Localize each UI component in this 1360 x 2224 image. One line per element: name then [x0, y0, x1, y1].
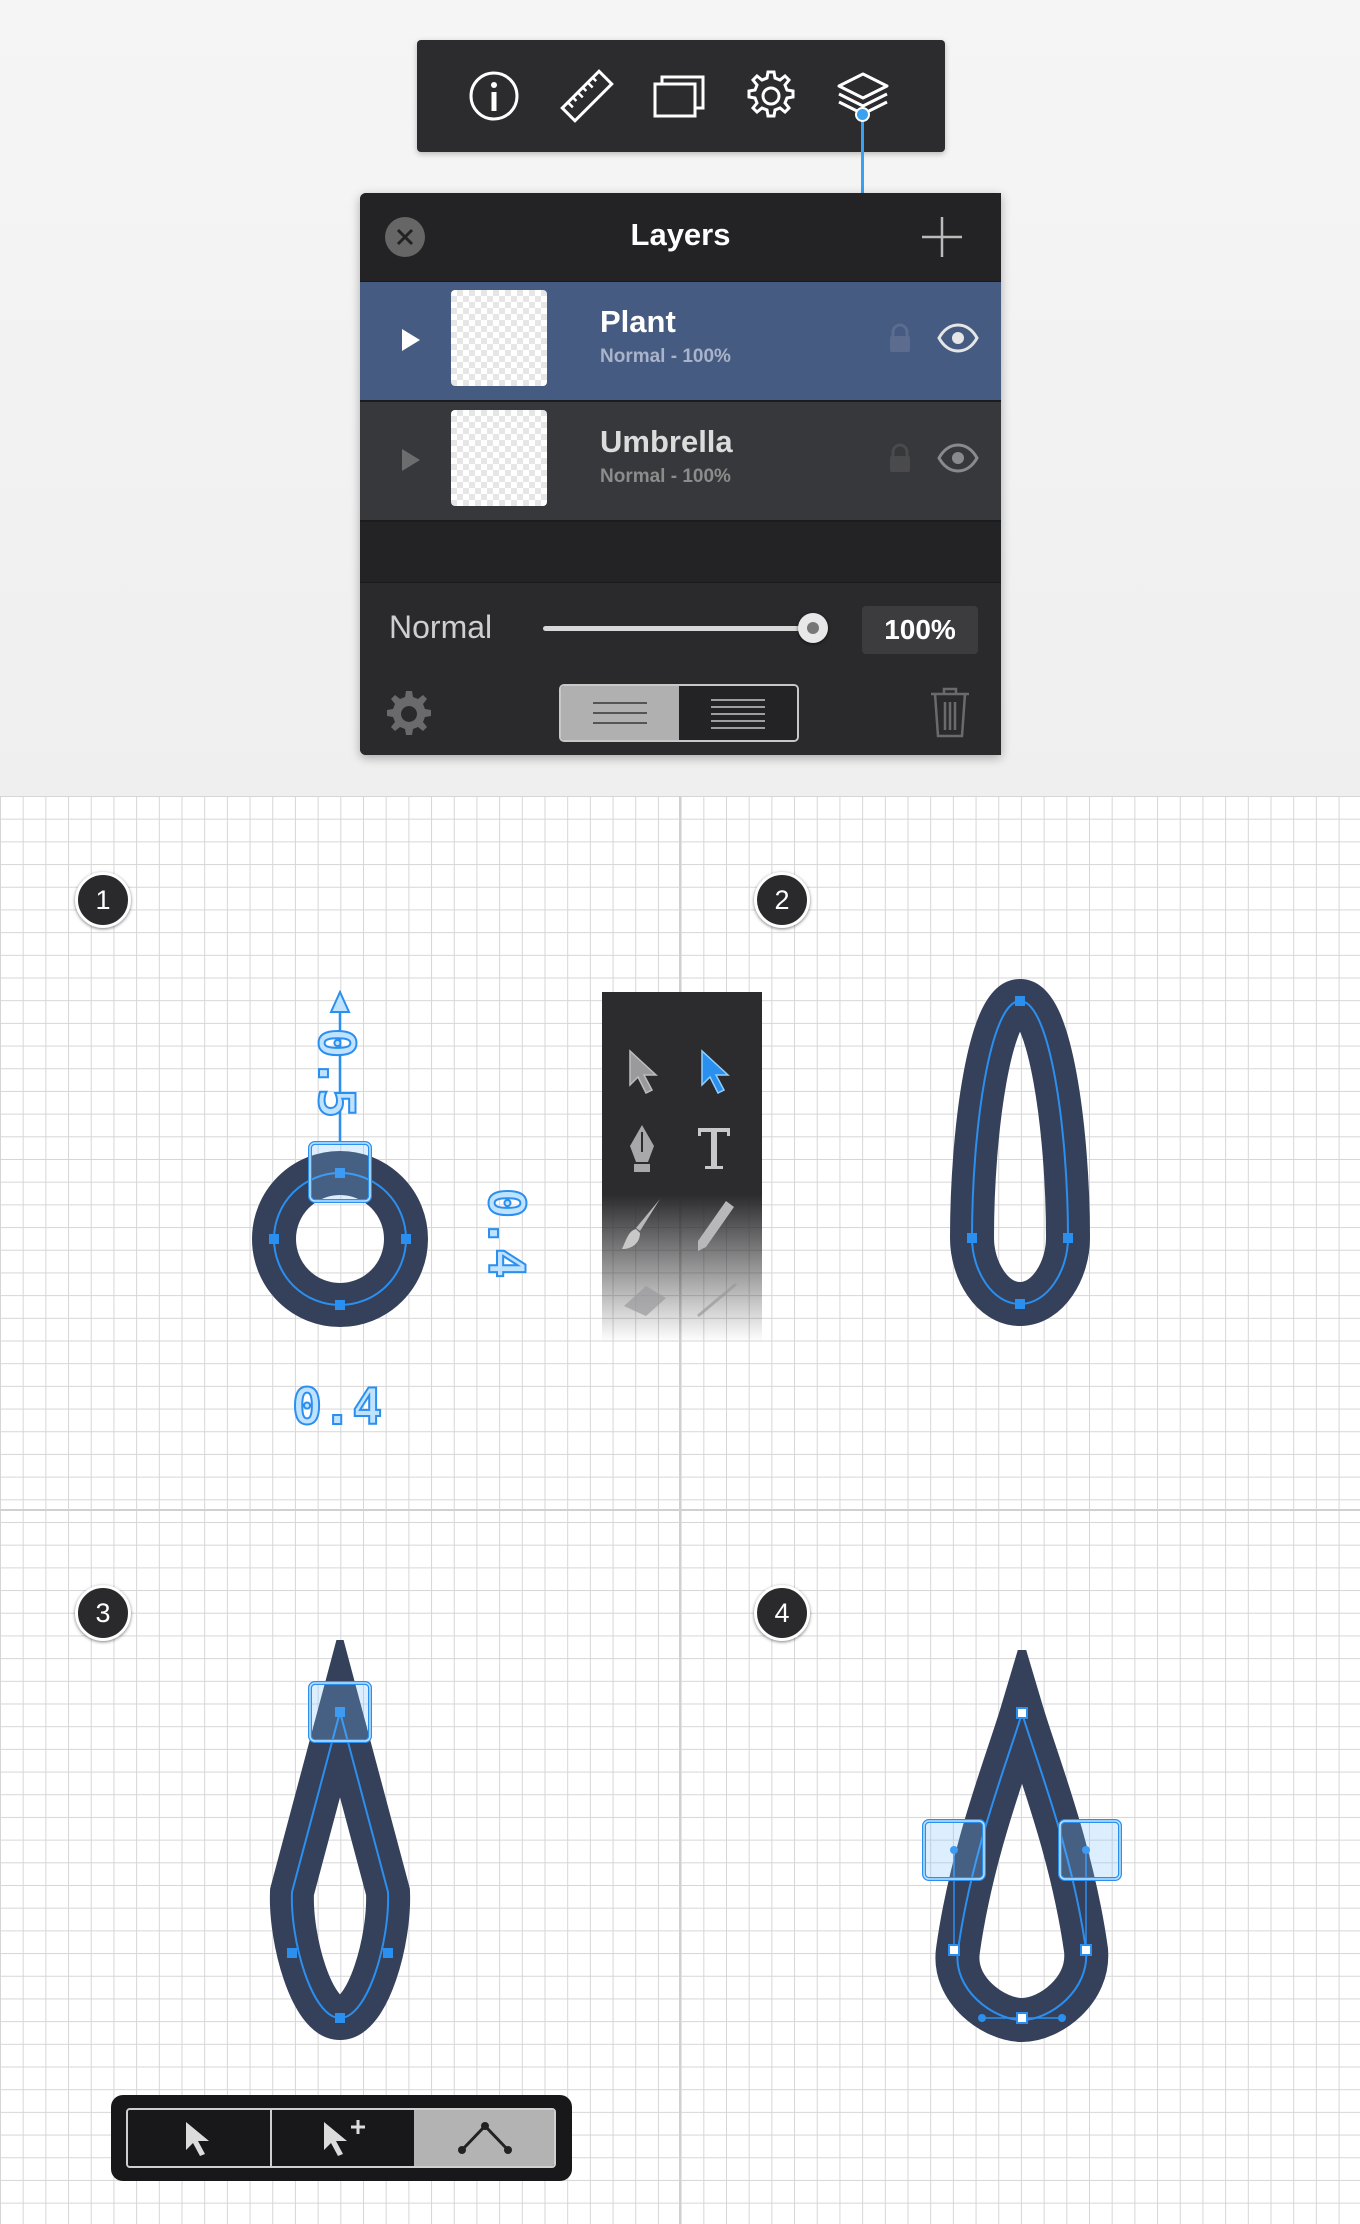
visibility-eye-icon[interactable]	[936, 322, 980, 354]
layers-connector-line	[861, 113, 864, 193]
layer-thumbnail	[451, 290, 547, 386]
panel-footer	[360, 672, 1001, 755]
select-node-button[interactable]	[128, 2110, 272, 2166]
layers-panel-header: Layers	[360, 193, 1001, 282]
text-icon[interactable]	[692, 1122, 736, 1176]
step-badge-3: 3	[75, 1585, 131, 1641]
layer-settings-gear-icon[interactable]	[382, 687, 436, 741]
layers-panel: Layers Plant Normal - 100% Umbrella Norm…	[360, 193, 1001, 755]
layer-row-plant[interactable]: Plant Normal - 100%	[360, 282, 1001, 402]
lock-icon[interactable]	[888, 442, 912, 474]
brush-icon[interactable]	[620, 1197, 664, 1257]
dimension-height: 0.4	[476, 1187, 536, 1279]
panel-title: Layers	[630, 217, 731, 252]
blend-mode-select[interactable]: Normal	[389, 609, 492, 646]
layer-row-umbrella[interactable]: Umbrella Normal - 100%	[360, 402, 1001, 522]
list-view-large-button[interactable]	[561, 686, 679, 740]
list-view-compact-button[interactable]	[679, 686, 797, 740]
step4-adjusted-droplet-shape	[922, 1650, 1122, 2043]
artboards-icon[interactable]	[649, 66, 709, 126]
dimension-top-move: 0.5	[306, 1027, 366, 1119]
top-toolbar	[417, 40, 945, 152]
list-compact-icon	[711, 699, 765, 729]
layers-connector-dot	[855, 107, 870, 122]
line-icon[interactable]	[692, 1280, 742, 1320]
step-badge-2: 2	[754, 872, 810, 928]
settings-gear-icon[interactable]	[741, 66, 801, 126]
pencil-icon[interactable]	[692, 1197, 736, 1257]
step-badge-1: 1	[75, 872, 131, 928]
pen-icon[interactable]	[620, 1122, 664, 1176]
layer-name: Plant	[600, 304, 676, 339]
add-node-button[interactable]	[272, 2110, 414, 2166]
layer-meta: Normal - 100%	[600, 346, 731, 367]
eraser-icon[interactable]	[620, 1280, 670, 1320]
lock-icon[interactable]	[888, 322, 912, 354]
step-badge-4: 4	[754, 1585, 810, 1641]
layer-thumbnail	[451, 410, 547, 506]
ruler-icon[interactable]	[557, 66, 617, 126]
view-mode-toggle	[559, 684, 799, 742]
node-toolbar	[111, 2095, 572, 2181]
layer-name: Umbrella	[600, 424, 733, 459]
node-toolbar-segments	[126, 2108, 556, 2168]
trash-icon[interactable]	[928, 684, 972, 740]
add-layer-button[interactable]	[918, 213, 966, 261]
corner-node-icon	[458, 2122, 512, 2154]
dimension-width: 0.4	[291, 1377, 383, 1437]
opacity-slider-knob[interactable]	[798, 613, 828, 643]
visibility-eye-icon[interactable]	[936, 442, 980, 474]
blend-bar: Normal 100%	[360, 582, 1001, 673]
select-arrow-icon[interactable]	[620, 1047, 664, 1097]
step3-pointed-droplet-shape	[269, 1640, 411, 2041]
expand-arrow-icon[interactable]	[400, 447, 422, 473]
layers-empty-area	[360, 522, 1001, 582]
direct-select-arrow-icon[interactable]	[692, 1047, 736, 1097]
step2-droplet-shape	[950, 979, 1090, 1326]
tools-panel	[602, 992, 762, 1342]
corner-node-button[interactable]	[414, 2110, 554, 2166]
add-node-icon	[324, 2120, 365, 2156]
quadrant-divider-horizontal	[0, 1509, 1360, 1511]
layer-meta: Normal - 100%	[600, 466, 731, 487]
list-large-icon	[593, 702, 647, 724]
select-node-icon	[186, 2122, 209, 2156]
info-icon[interactable]	[464, 66, 524, 126]
opacity-field[interactable]: 100%	[862, 606, 978, 654]
expand-arrow-icon[interactable]	[400, 327, 422, 353]
opacity-slider-track[interactable]	[543, 626, 805, 631]
